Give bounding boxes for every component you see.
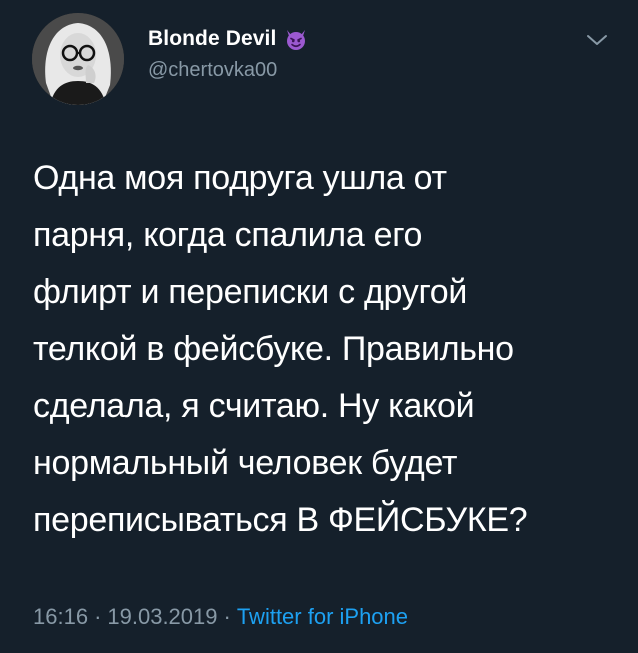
tweet-metadata: 16:16 · 19.03.2019 · Twitter for iPhone xyxy=(33,604,408,630)
tweet-text: Одна моя подруга ушла от парня, когда сп… xyxy=(33,150,623,549)
avatar-photo xyxy=(32,13,124,105)
tweet-text-line: парня, когда спалила его xyxy=(33,216,423,254)
separator: · xyxy=(223,604,231,629)
tweet-time[interactable]: 16:16 xyxy=(33,604,88,629)
smiling-face-with-horns-icon xyxy=(284,27,308,51)
tweet-text-line: флирт и переписки с другой xyxy=(33,273,468,311)
tweet-text-line: телкой в фейсбуке. Правильно xyxy=(33,330,514,368)
avatar[interactable] xyxy=(32,13,124,105)
tweet-text-line: нормальный человек будет xyxy=(33,444,458,482)
tweet-card: Blonde Devil @chertovka00 Одна моя подру… xyxy=(0,0,638,653)
tweet-text-line: Одна моя подруга ушла от xyxy=(33,159,447,197)
tweet-text-line: сделала, я считаю. Ну какой xyxy=(33,387,475,425)
tweet-date[interactable]: 19.03.2019 xyxy=(107,604,217,629)
display-name[interactable]: Blonde Devil xyxy=(148,27,276,51)
chevron-down-icon[interactable] xyxy=(585,32,609,48)
user-handle[interactable]: @chertovka00 xyxy=(148,59,277,82)
tweet-source-link[interactable]: Twitter for iPhone xyxy=(237,604,408,629)
separator: · xyxy=(94,604,102,629)
display-name-row[interactable]: Blonde Devil xyxy=(148,25,308,53)
tweet-text-line: переписываться В ФЕЙСБУКЕ? xyxy=(33,501,528,539)
